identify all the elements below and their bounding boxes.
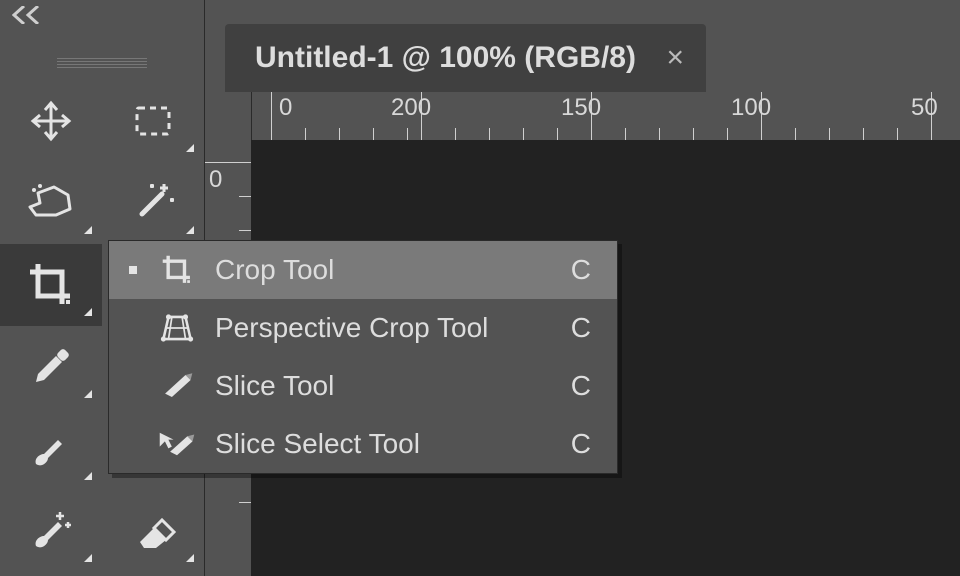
ruler-label: 100	[731, 94, 771, 122]
horizontal-ruler[interactable]: 0 200 150 100 50	[251, 92, 960, 141]
flyout-corner-icon	[186, 144, 194, 152]
ruler-label: 0	[209, 166, 222, 194]
flyout-item-shortcut: C	[571, 254, 591, 286]
grip-lines-icon	[57, 58, 147, 68]
flyout-item-shortcut: C	[571, 428, 591, 460]
slice-select-icon	[155, 429, 199, 459]
magic-wand-icon	[130, 180, 176, 226]
magic-wand-tool-button[interactable]	[102, 162, 204, 244]
ruler-label: 0	[279, 94, 292, 122]
flyout-corner-icon	[84, 308, 92, 316]
crop-icon	[155, 253, 199, 287]
ruler-label: 50	[911, 94, 938, 122]
flyout-item-label: Perspective Crop Tool	[215, 312, 571, 344]
flyout-item-slice-select[interactable]: Slice Select Tool C	[109, 415, 617, 473]
crop-tool-flyout-menu: Crop Tool C Perspective Crop Tool C Slic…	[108, 240, 618, 474]
flyout-corner-icon	[186, 226, 194, 234]
flyout-corner-icon	[84, 226, 92, 234]
document-tab[interactable]: Untitled-1 @ 100% (RGB/8) ×	[225, 24, 706, 92]
lasso-tool-button[interactable]	[0, 162, 102, 244]
healing-brush-icon	[28, 508, 74, 554]
ruler-label: 150	[561, 94, 601, 122]
app-root: Untitled-1 @ 100% (RGB/8) × 0 200 150 10…	[0, 0, 960, 576]
panel-drag-handle[interactable]	[0, 56, 204, 70]
flyout-corner-icon	[186, 554, 194, 562]
marquee-icon	[130, 98, 176, 144]
flyout-item-shortcut: C	[571, 312, 591, 344]
crop-icon	[26, 260, 76, 310]
flyout-corner-icon	[84, 554, 92, 562]
flyout-item-label: Slice Select Tool	[215, 428, 571, 460]
ruler-label: 200	[391, 94, 431, 122]
panel-collapse-button[interactable]	[0, 0, 216, 30]
close-icon[interactable]: ×	[666, 43, 684, 73]
move-icon	[28, 98, 74, 144]
flyout-item-shortcut: C	[571, 370, 591, 402]
flyout-item-label: Crop Tool	[215, 254, 571, 286]
active-tool-bullet	[125, 266, 141, 274]
eraser-tool-button[interactable]	[102, 490, 204, 572]
eraser-icon	[130, 508, 176, 554]
healing-brush-tool-button[interactable]	[0, 490, 102, 572]
lasso-icon	[26, 181, 76, 225]
flyout-item-crop[interactable]: Crop Tool C	[109, 241, 617, 299]
flyout-item-slice[interactable]: Slice Tool C	[109, 357, 617, 415]
flyout-corner-icon	[84, 472, 92, 480]
flyout-item-perspective-crop[interactable]: Perspective Crop Tool C	[109, 299, 617, 357]
move-tool-button[interactable]	[0, 80, 102, 162]
flyout-corner-icon	[84, 390, 92, 398]
eyedropper-icon	[28, 344, 74, 390]
document-tab-title: Untitled-1 @ 100% (RGB/8)	[255, 41, 636, 75]
slice-icon	[155, 371, 199, 401]
brush-icon	[28, 426, 74, 472]
marquee-tool-button[interactable]	[102, 80, 204, 162]
crop-tool-button[interactable]	[0, 244, 102, 326]
eyedropper-tool-button[interactable]	[0, 326, 102, 408]
double-chevron-left-icon	[12, 6, 48, 24]
document-tab-bar: Untitled-1 @ 100% (RGB/8) ×	[205, 0, 960, 92]
brush-tool-button[interactable]	[0, 408, 102, 490]
flyout-item-label: Slice Tool	[215, 370, 571, 402]
perspective-crop-icon	[155, 313, 199, 343]
